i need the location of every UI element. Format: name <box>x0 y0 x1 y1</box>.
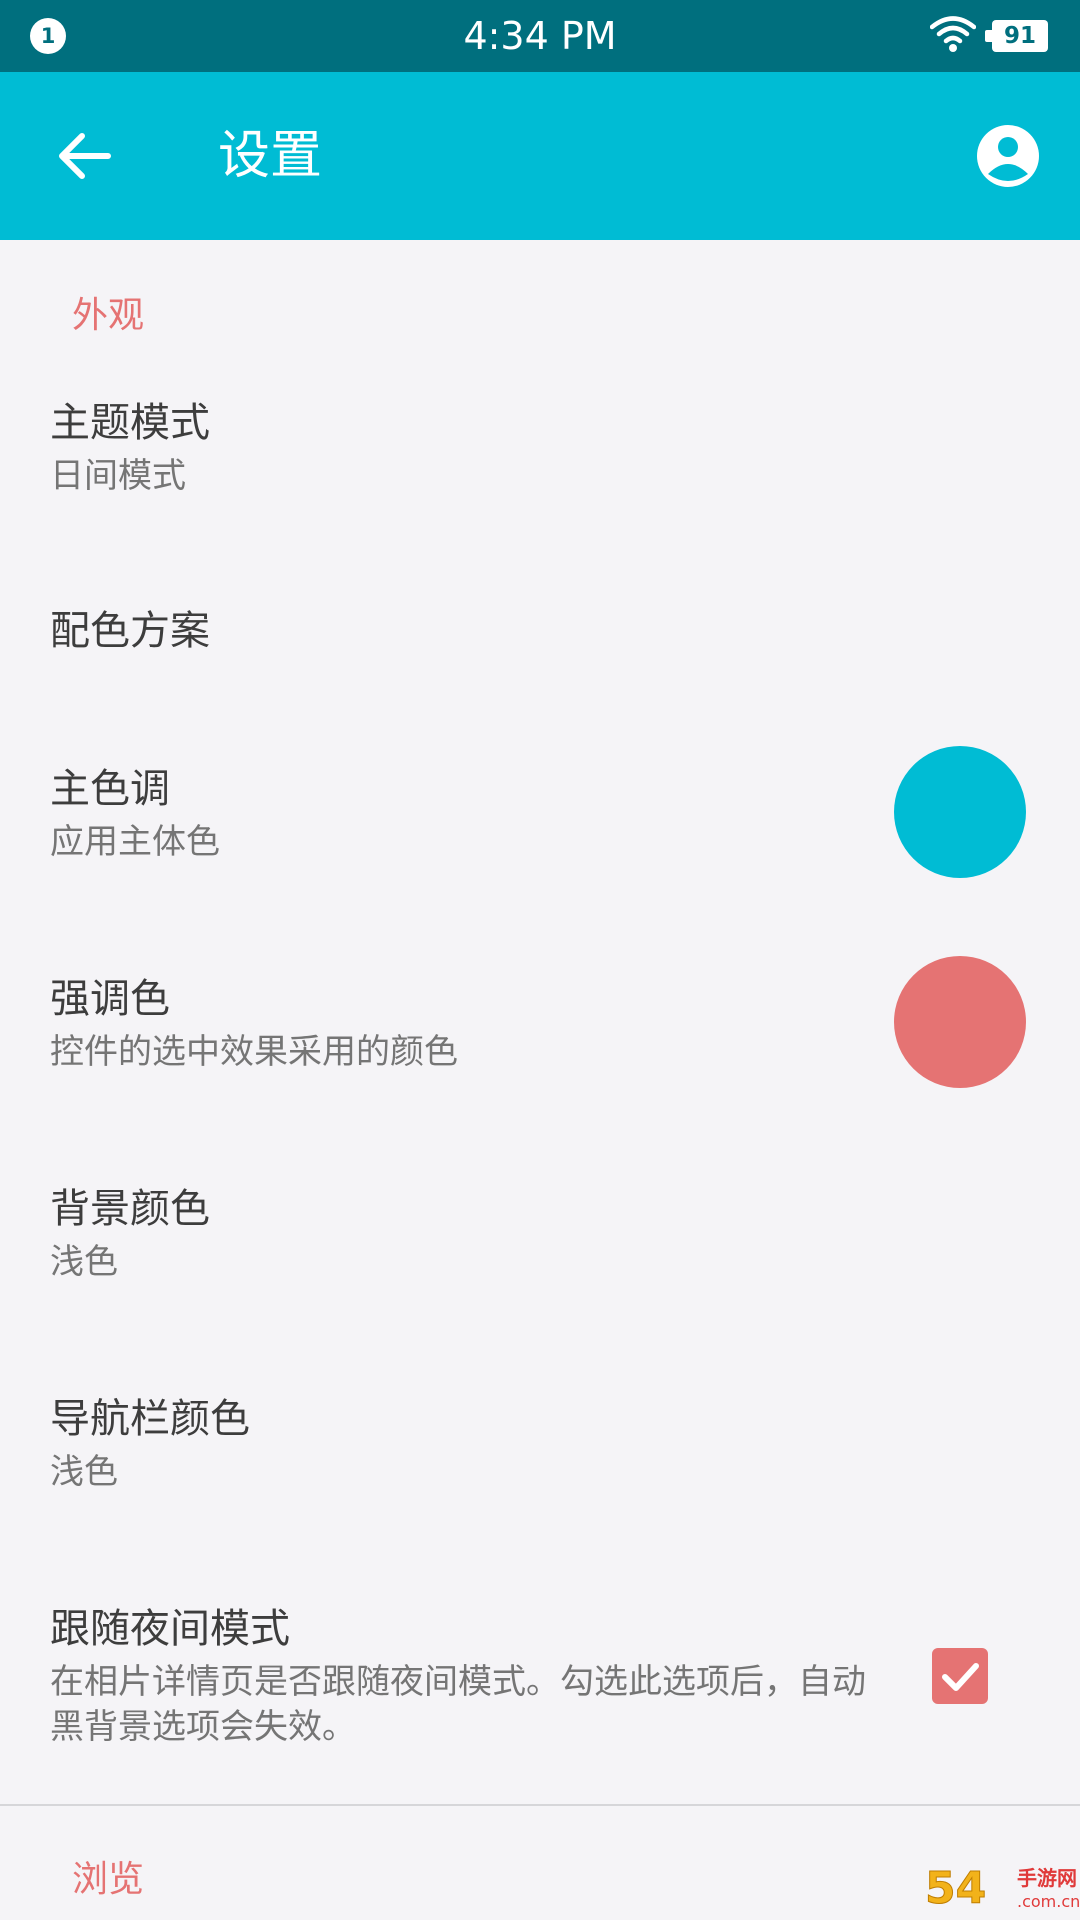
accent-color-swatch[interactable] <box>894 956 1026 1088</box>
pref-theme-mode[interactable]: 主题模式 日间模式 <box>0 388 1080 568</box>
watermark-digits: 54 <box>924 1863 987 1915</box>
watermark-logo: 54 手游网 .com.cn <box>924 1862 1080 1920</box>
pref-title: 配色方案 <box>50 608 210 654</box>
pref-color-scheme[interactable]: 配色方案 <box>0 568 1080 758</box>
pref-title: 主色调 <box>50 766 170 812</box>
pref-summary: 在相片详情页是否跟随夜间模式。勾选此选项后，自动黑背景选项会失效。 <box>50 1662 866 1747</box>
arrow-back-icon[interactable] <box>50 122 118 190</box>
status-time: 4:34 PM <box>463 14 617 58</box>
pref-summary: 浅色 <box>50 1452 118 1492</box>
section-divider <box>0 1804 1080 1806</box>
pref-title: 导航栏颜色 <box>50 1396 250 1442</box>
pref-title: 跟随夜间模式 <box>50 1606 290 1652</box>
battery-icon: 91 <box>985 20 1048 52</box>
pref-summary: 应用主体色 <box>50 822 220 862</box>
section-header-appearance: 外观 <box>72 295 145 336</box>
status-bar: 1 4:34 PM 91 <box>0 0 1080 72</box>
follow-night-mode-checkbox[interactable] <box>932 1648 988 1704</box>
watermark-brand: 手游网 <box>1017 1866 1077 1890</box>
section-header-browse: 浏览 <box>72 1859 145 1900</box>
pref-title: 背景颜色 <box>50 1186 210 1232</box>
app-bar: 设置 <box>0 72 1080 240</box>
pref-summary: 日间模式 <box>50 456 186 496</box>
check-icon <box>942 1663 979 1691</box>
pref-summary: 浅色 <box>50 1242 118 1282</box>
pref-title: 主题模式 <box>50 400 210 446</box>
account-circle-icon[interactable] <box>974 122 1042 190</box>
pref-follow-night-mode[interactable]: 跟随夜间模式 在相片详情页是否跟随夜间模式。勾选此选项后，自动黑背景选项会失效。 <box>0 1598 1080 1798</box>
primary-color-swatch[interactable] <box>894 746 1026 878</box>
wifi-icon <box>930 16 976 52</box>
pref-navbar-color[interactable]: 导航栏颜色 浅色 <box>0 1388 1080 1588</box>
pref-title: 强调色 <box>50 976 170 1022</box>
page-title: 设置 <box>218 126 323 186</box>
pref-background-color[interactable]: 背景颜色 浅色 <box>0 1178 1080 1378</box>
pref-summary: 控件的选中效果采用的颜色 <box>50 1032 458 1072</box>
watermark-domain: .com.cn <box>1017 1892 1080 1911</box>
